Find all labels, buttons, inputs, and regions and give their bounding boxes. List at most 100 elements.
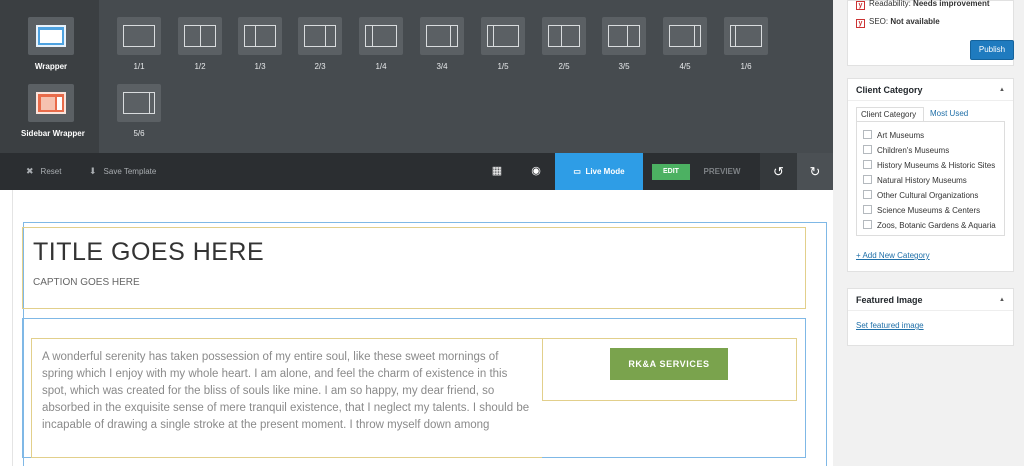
layout-col-label: 1/4 [375, 62, 387, 71]
live-mode-label: Live Mode [585, 167, 625, 176]
reset-label: Reset [40, 167, 62, 176]
title-block[interactable]: TITLE GOES HERE CAPTION GOES HERE [22, 227, 806, 309]
tab-client-category[interactable]: Client Category [856, 107, 924, 122]
button-column[interactable]: RK&A SERVICES [542, 338, 797, 401]
layout-col-1-3[interactable]: 1/3 [230, 17, 290, 71]
featured-image-header: Featured Image ▲ [848, 289, 1013, 311]
rka-services-button[interactable]: RK&A SERVICES [610, 348, 728, 380]
layout-col-1-1[interactable]: 1/1 [109, 17, 169, 71]
page-title: TITLE GOES HERE [33, 238, 265, 266]
live-mode-button[interactable]: ▭ Live Mode [555, 153, 643, 190]
category-label: Natural History Museums [877, 176, 967, 185]
undo-button[interactable]: ↺ [760, 153, 797, 190]
visibility-button[interactable]: ◉ [521, 153, 551, 190]
layout-col-2-5[interactable]: 2/5 [534, 17, 594, 71]
layout-col-label: 1/5 [497, 62, 509, 71]
layout-col-label: 3/5 [618, 62, 630, 71]
layout-col-5-6[interactable]: 5/6 [109, 84, 169, 138]
seo-label: SEO: [869, 17, 889, 26]
layout-picker: Wrapper Sidebar Wrapper 1/1 1/2 1/3 2/3 … [0, 0, 833, 153]
column-1-6-icon [724, 17, 768, 55]
category-item[interactable]: Art Museums [863, 130, 998, 145]
client-category-header: Client Category ▲ [848, 79, 1013, 101]
layout-col-1-5[interactable]: 1/5 [473, 17, 533, 71]
redo-icon: ↻ [809, 164, 821, 179]
checkbox[interactable] [863, 145, 872, 154]
layout-col-4-5[interactable]: 4/5 [655, 17, 715, 71]
reset-button[interactable]: ✖ Reset [26, 153, 61, 190]
add-new-category-link[interactable]: + Add New Category [856, 251, 930, 260]
category-item[interactable]: Science Museums & Centers [863, 205, 998, 220]
publish-button[interactable]: Publish [970, 40, 1014, 60]
set-featured-image-link[interactable]: Set featured image [856, 321, 924, 330]
tab-most-used[interactable]: Most Used [926, 107, 972, 122]
layout-col-3-5[interactable]: 3/5 [594, 17, 654, 71]
checkbox[interactable] [863, 205, 872, 214]
layout-col-1-2[interactable]: 1/2 [170, 17, 230, 71]
layout-sidebar-wrapper[interactable]: Sidebar Wrapper [21, 84, 85, 138]
layout-col-1-4[interactable]: 1/4 [351, 17, 411, 71]
builder-toolbar: ✖ Reset ⬇ Save Template ▦ ◉ ▭ Live Mode ED… [0, 153, 833, 190]
collapse-arrow-icon[interactable]: ▲ [999, 79, 1005, 101]
layout-col-label: 1/1 [133, 62, 145, 71]
layout-col-label: 3/4 [436, 62, 448, 71]
preview-button[interactable]: PREVIEW [697, 153, 747, 190]
featured-image-title: Featured Image [856, 295, 923, 305]
checkbox[interactable] [863, 160, 872, 169]
layout-col-1-6[interactable]: 1/6 [716, 17, 776, 71]
page-caption: CAPTION GOES HERE [33, 277, 140, 288]
download-icon: ⬇ [89, 166, 97, 176]
builder-canvas: TITLE GOES HERE CAPTION GOES HERE A wond… [12, 190, 833, 466]
category-label: Children's Museums [877, 146, 950, 155]
redo-button[interactable]: ↻ [797, 153, 833, 190]
page: Wrapper Sidebar Wrapper 1/1 1/2 1/3 2/3 … [0, 0, 1024, 466]
column-2-3-icon [298, 17, 342, 55]
close-icon: ✖ [26, 166, 34, 176]
category-item[interactable]: Natural History Museums [863, 175, 998, 190]
category-item[interactable]: Zoos, Botanic Gardens & Aquaria [863, 220, 998, 235]
grid-icon: ▦ [491, 165, 503, 177]
collapse-arrow-icon[interactable]: ▲ [999, 289, 1005, 311]
client-category-box: Client Category ▲ Client Category Most U… [847, 78, 1014, 272]
sidebar-wrapper-icon [28, 84, 74, 122]
column-3-5-icon [602, 17, 646, 55]
category-label: Other Cultural Organizations [877, 191, 979, 200]
layout-wrapper[interactable]: Wrapper [21, 17, 81, 71]
checkbox[interactable] [863, 220, 872, 229]
save-template-button[interactable]: ⬇ Save Template [89, 153, 156, 190]
eye-icon: ◉ [531, 165, 541, 177]
body-text: A wonderful serenity has taken possessio… [42, 351, 530, 431]
column-1-5-icon [481, 17, 525, 55]
checkbox[interactable] [863, 175, 872, 184]
text-column[interactable]: A wonderful serenity has taken possessio… [31, 338, 542, 458]
column-5-6-icon [117, 84, 161, 122]
checkbox[interactable] [863, 130, 872, 139]
layout-col-2-3[interactable]: 2/3 [290, 17, 350, 71]
readability-label: Readability: [869, 0, 911, 8]
checkbox[interactable] [863, 190, 872, 199]
yoast-icon: y [856, 19, 865, 28]
layout-sidebar-wrapper-label: Sidebar Wrapper [21, 129, 85, 138]
edit-button[interactable]: EDIT [652, 164, 690, 180]
layout-col-label: 2/3 [314, 62, 326, 71]
seo-value: Not available [890, 17, 940, 26]
layout-col-3-4[interactable]: 3/4 [412, 17, 472, 71]
grid-view-button[interactable]: ▦ [482, 153, 512, 190]
category-label: History Museums & Historic Sites [877, 161, 996, 170]
column-1-3-icon [238, 17, 282, 55]
client-category-title: Client Category [856, 85, 923, 95]
readability-value: Needs improvement [913, 0, 990, 8]
layout-col-label: 4/5 [679, 62, 691, 71]
layout-col-label: 2/5 [558, 62, 570, 71]
category-label: Art Museums [877, 131, 925, 140]
monitor-icon: ▭ [573, 167, 581, 176]
admin-sidebar: y Readability: Needs improvement y SEO: No… [833, 0, 1024, 466]
category-item[interactable]: Other Cultural Organizations [863, 190, 998, 205]
layout-col-label: 1/6 [740, 62, 752, 71]
category-item[interactable]: History Museums & Historic Sites [863, 160, 998, 175]
column-3-4-icon [420, 17, 464, 55]
column-1-4-icon [359, 17, 403, 55]
content-row[interactable]: A wonderful serenity has taken possessio… [22, 318, 806, 458]
category-item[interactable]: Children's Museums [863, 145, 998, 160]
column-1-1-icon [117, 17, 161, 55]
